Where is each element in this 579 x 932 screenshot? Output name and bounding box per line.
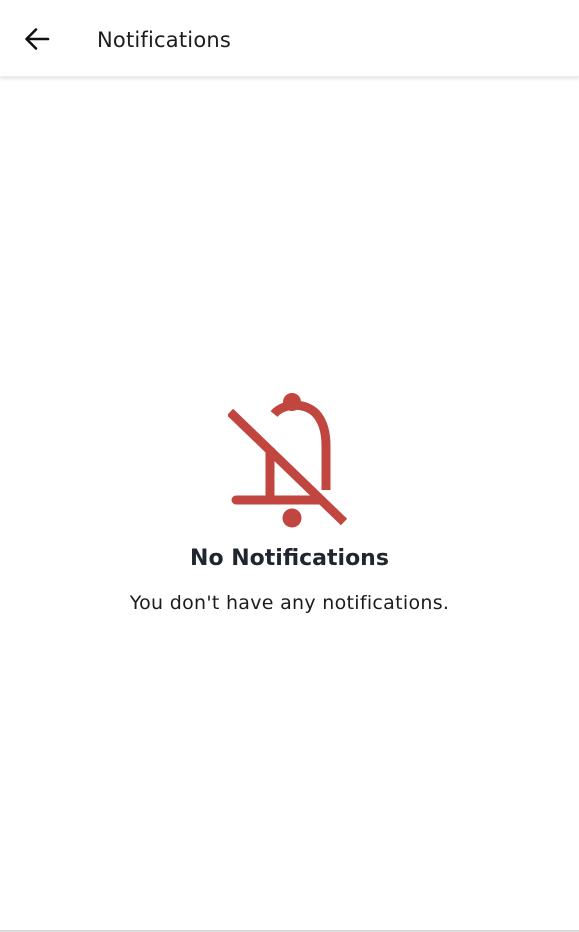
empty-state: No Notifications You don't have any noti…: [0, 388, 579, 614]
empty-state-title: No Notifications: [190, 546, 389, 571]
arrow-left-icon: [25, 28, 50, 50]
page-title: Notifications: [97, 28, 232, 52]
back-button[interactable]: [14, 16, 60, 62]
notifications-screen: Notifications No Notifications You don't…: [0, 0, 579, 932]
empty-state-message: You don't have any notifications.: [129, 592, 450, 614]
bell-off-icon: [227, 393, 347, 528]
top-app-bar: Notifications: [0, 0, 579, 77]
